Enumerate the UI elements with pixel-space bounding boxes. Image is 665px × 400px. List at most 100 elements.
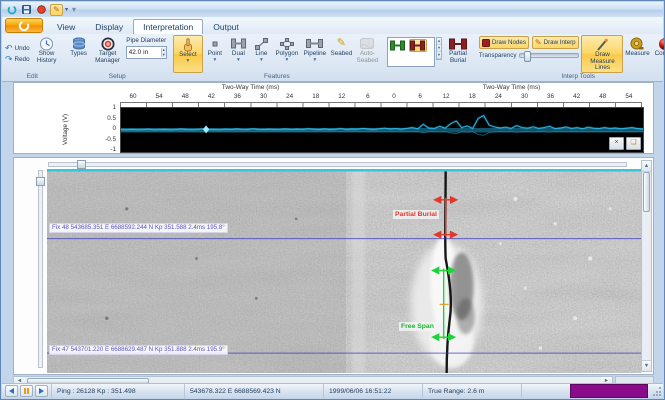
status-position: 543678.322 E 6688569.423 N [185,384,324,398]
status-bar: Ping : 26128 Kp : 351.498 543678.322 E 6… [2,383,663,398]
ribbon-group-edit: ↶ Undo ↷ Redo Show History Edit [2,34,63,81]
scope-copy-button[interactable]: ❏ [626,137,641,150]
x-axis-title-right: Two-Way Time (ms) [381,84,642,93]
auto-seabed-button: Auto-Seabed [354,35,381,73]
horizontal-zoom-thumb[interactable] [77,160,86,169]
gallery-more-icon[interactable]: ▾ [437,52,441,59]
ribbon-group-burial: ▴ ▾ ▾ Partial Burial [384,34,474,81]
x-tick-label: 24 [277,93,303,101]
stepper-down-icon[interactable]: ▾ [162,53,166,58]
vertical-zoom-slider[interactable] [38,170,43,368]
quick-access-toolbar: ✎ ▾ ▾ [5,4,78,16]
application-button[interactable] [5,18,43,33]
pipe-diameter-label: Pipe Diameter [126,37,166,44]
x-axis-title-left: Two-Way Time (ms) [120,84,381,93]
x-tick-label: 30 [250,93,276,101]
horizontal-zoom-slider[interactable] [48,162,627,167]
select-dropdown-icon[interactable]: ▾ [186,59,189,63]
x-tick-label: 42 [564,93,590,101]
sonar-waterfall-image[interactable]: Fix 48 543685.351 E 6688592.244 N Kp 351… [47,169,641,373]
partial-burial-node-item[interactable] [409,39,427,52]
playback-controls [2,384,52,398]
transparency-control: Transparency [479,52,580,59]
red-node-icon [410,40,425,51]
forward-icon [39,388,44,394]
group-label-features: Features [173,73,381,81]
back-icon [9,388,14,394]
line-button[interactable]: Line ▾ [250,35,273,73]
measure-tape-icon [630,36,644,51]
step-back-button[interactable] [5,385,18,397]
group-label-interp-tools: Interp Tools [477,73,665,81]
partial-burial-button[interactable]: Partial Burial [443,35,473,73]
pipeline-button[interactable]: Pipeline ▾ [301,35,329,73]
x-tick-label: 12 [433,93,459,101]
gallery-down-icon[interactable]: ▾ [437,45,441,52]
pause-button[interactable] [20,385,33,397]
tab-view[interactable]: View [47,19,85,34]
resize-grip[interactable] [652,386,662,396]
dual-node-icon [231,36,246,51]
x-tick-label: 48 [172,93,198,101]
x-tick-label: 54 [146,93,172,101]
pipe-diameter-stepper[interactable]: ▴ ▾ [161,48,166,57]
redo-button[interactable]: ↷ Redo [3,54,32,65]
tab-display[interactable]: Display [85,19,133,34]
show-history-button[interactable]: Show History [32,35,62,73]
scope-clear-button[interactable]: × [609,137,624,150]
x-tick-row: 6054484236302418126061218243036424854 [120,93,642,101]
pipe-diameter-input[interactable] [127,48,161,57]
target-manager-button[interactable]: Target Manager [92,35,124,73]
green-node-icon [390,40,405,51]
qat-dropdown-icon[interactable]: ▾ [65,6,68,13]
save-icon[interactable] [20,4,33,16]
waveform-plot[interactable]: × ❏ [120,107,644,153]
vertical-scrollbar[interactable]: ▲ ▼ [641,160,652,372]
commit-button[interactable]: Commit [651,35,665,73]
draw-nodes-toggle[interactable]: Draw Nodes [479,36,529,49]
gallery-scroll-buttons[interactable]: ▴ ▾ ▾ [436,37,442,60]
transparency-slider[interactable] [519,53,579,58]
ribbon-group-interp-tools: Draw Nodes ✎ Draw Interp Transparency [476,34,665,81]
polygon-button[interactable]: Polygon ▾ [273,35,301,73]
commit-sphere-icon [658,36,665,51]
step-forward-button[interactable] [35,385,48,397]
target-bullseye-icon [101,36,115,51]
x-tick-label: 6 [355,93,381,101]
app-logo-icon [18,20,30,32]
types-button[interactable]: Types [66,35,92,73]
tab-output[interactable]: Output [203,19,249,34]
interp-tool-icon[interactable]: ✎ [50,4,63,16]
pause-icon [24,388,29,394]
types-database-icon [72,36,86,51]
group-label-setup: Setup [66,73,169,81]
status-true-range: True Range: 2.6 m [423,384,522,398]
undo-button[interactable]: ↶ Undo [3,43,32,54]
draw-interp-pencil-icon: ✎ [535,38,542,47]
gallery-up-icon[interactable]: ▴ [437,38,441,45]
undo-icon: ↶ [5,44,13,53]
select-button[interactable]: Select ▾ [173,35,203,73]
transparency-slider-thumb[interactable] [524,51,531,62]
group-label-burial [385,73,473,81]
measure-button[interactable]: Measure [623,35,651,73]
draw-measure-lines-button[interactable]: Draw Measure Lines [581,35,623,73]
dual-button[interactable]: Dual ▾ [227,35,250,73]
draw-interp-toggle[interactable]: ✎ Draw Interp [532,36,579,49]
free-span-node-item[interactable] [389,39,407,52]
scroll-up-icon[interactable]: ▲ [642,161,651,172]
latest-ping-line [47,169,641,171]
app-refresh-icon[interactable] [5,4,18,16]
y-tick-col: 10.50-0.5-1 [74,105,116,153]
auto-seabed-icon [360,36,374,51]
seabed-button[interactable]: ✎ Seabed [329,35,354,73]
tab-interpretation[interactable]: Interpretation [133,19,203,34]
vertical-zoom-thumb[interactable] [36,177,45,186]
record-icon[interactable] [35,4,48,16]
scroll-down-icon[interactable]: ▼ [642,360,651,371]
ribbon-group-features: Select ▾ Point ▾ Dual ▾ [172,34,382,81]
burial-type-gallery: ▴ ▾ ▾ [387,37,442,73]
vertical-scrollbar-thumb[interactable] [643,172,650,212]
point-button[interactable]: Point ▾ [203,35,227,73]
ribbon: ↶ Undo ↷ Redo Show History Edit [2,34,663,82]
